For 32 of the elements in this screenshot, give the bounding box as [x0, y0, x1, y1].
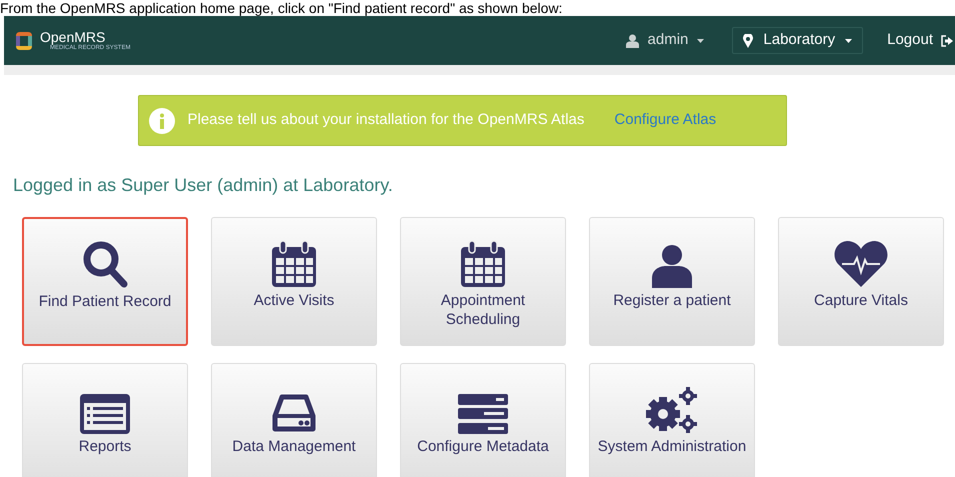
info-icon — [148, 108, 174, 134]
search-icon — [81, 239, 129, 289]
user-icon — [652, 244, 692, 288]
logged-in-message: Logged in as Super User (admin) at Laboratory. — [13, 174, 394, 197]
logout-icon — [941, 34, 953, 46]
list-icon — [80, 394, 130, 434]
app-tile[interactable]: Active Visits — [211, 217, 377, 346]
gears-icon — [645, 386, 699, 434]
app-tile[interactable]: Data Management — [211, 363, 377, 477]
user-menu[interactable]: admin — [626, 29, 704, 52]
app-tile[interactable]: Reports — [22, 363, 188, 477]
caret-icon — [845, 38, 852, 42]
logout-link[interactable]: Logout — [887, 29, 953, 52]
server-stack-icon — [458, 394, 508, 434]
location-menu[interactable]: Laboratory — [732, 27, 864, 54]
user-icon — [626, 34, 639, 48]
hard-drive-icon — [272, 394, 316, 434]
app-tile[interactable]: Capture Vitals — [778, 217, 944, 346]
app-tile[interactable]: Find Patient Record — [22, 217, 188, 346]
heart-pulse-icon — [834, 240, 888, 288]
banner-message: Please tell us about your installation for the OpenMRS Atlas — [188, 110, 584, 130]
app-tile[interactable]: Configure Metadata — [400, 363, 566, 477]
calendar-icon — [271, 240, 317, 288]
calendar-icon — [460, 240, 506, 288]
caption: From the OpenMRS application home page, click on "Find patient record" as shown below: — [0, 0, 562, 16]
map-pin-icon — [743, 34, 754, 48]
app-tile[interactable]: System Administration — [589, 363, 755, 477]
caret-icon — [697, 38, 704, 42]
logo-text: OpenMRS — [40, 30, 106, 44]
app-tile[interactable]: Appointment Scheduling — [400, 217, 566, 346]
logo-icon — [14, 30, 34, 52]
app-tile[interactable]: Register a patient — [589, 217, 755, 346]
